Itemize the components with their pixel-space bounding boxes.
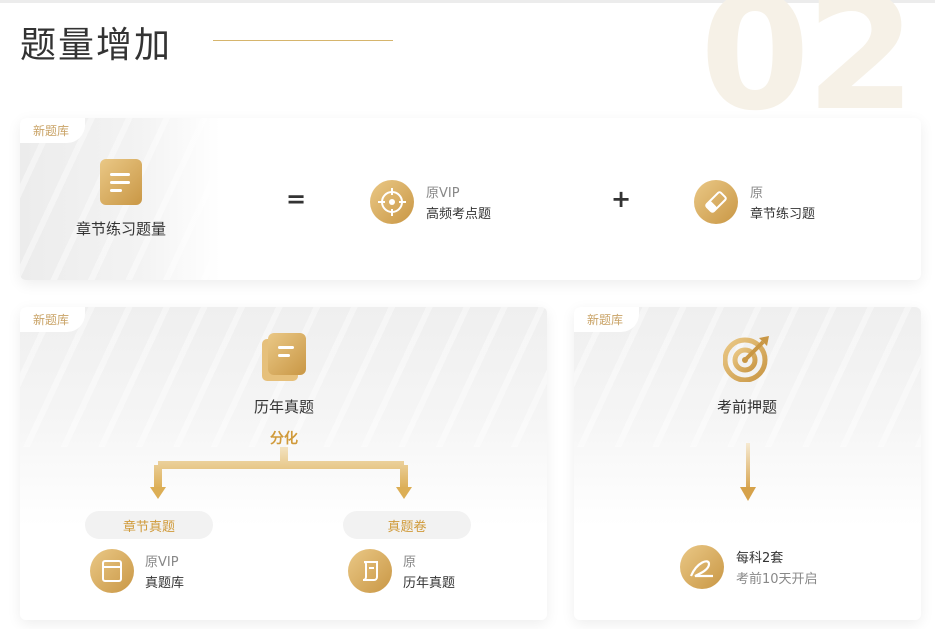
plus-sign: + <box>611 185 632 213</box>
right-line1: 原 <box>403 555 417 570</box>
item1-line1: 原VIP <box>426 186 460 201</box>
document-icon <box>100 159 142 205</box>
info-line1: 每科2套 <box>736 551 784 566</box>
past-exams-card: 新题库 历年真题 分化 章节真题 真题卷 原VIP 真题库 原 历年真题 <box>20 307 547 620</box>
page-title: 题量增加 <box>20 25 173 66</box>
exam-paper-pill: 真题卷 <box>343 511 471 539</box>
item2-line2: 章节练习题 <box>750 207 816 222</box>
title-divider <box>213 40 393 41</box>
split-label: 分化 <box>270 431 298 447</box>
mock-exam-label: 考前押题 <box>716 398 777 416</box>
book-open-icon <box>90 549 134 593</box>
pen-icon <box>680 545 724 589</box>
arrow-down-icon <box>740 443 756 501</box>
item2-line1: 原 <box>750 186 764 201</box>
book-icon <box>262 333 306 381</box>
chapter-past-pill: 章节真题 <box>85 511 213 539</box>
info-line2: 考前10天开启 <box>736 572 818 587</box>
bullseye-icon <box>722 334 771 383</box>
item1-line2: 高频考点题 <box>426 207 492 222</box>
eraser-icon <box>694 180 738 224</box>
past-exams-label: 历年真题 <box>253 398 314 416</box>
chapter-practice-card: 新题库 章节练习题量 = 原VIP 高频考点题 + 原 章节练习题 <box>20 118 921 280</box>
split-arrow-icon <box>150 447 412 499</box>
left-line1: 原VIP <box>145 555 179 570</box>
new-bank-tag: 新题库 <box>20 307 86 332</box>
right-line2: 历年真题 <box>403 576 456 591</box>
equals-sign: = <box>286 185 307 213</box>
mock-exam-card: 新题库 考前押题 每科2套 考前10天开启 <box>574 307 921 620</box>
page: 02 题量增加 新题库 章节练习题量 = 原VIP 高频考点题 + 原 章节练习… <box>0 0 935 629</box>
target-icon <box>370 180 414 224</box>
new-bank-tag: 新题库 <box>574 307 640 332</box>
left-line2: 真题库 <box>145 576 185 591</box>
scroll-icon <box>348 549 392 593</box>
chapter-practice-label: 章节练习题量 <box>75 220 166 238</box>
new-bank-tag: 新题库 <box>20 118 86 143</box>
section-number: 02 <box>700 0 916 146</box>
